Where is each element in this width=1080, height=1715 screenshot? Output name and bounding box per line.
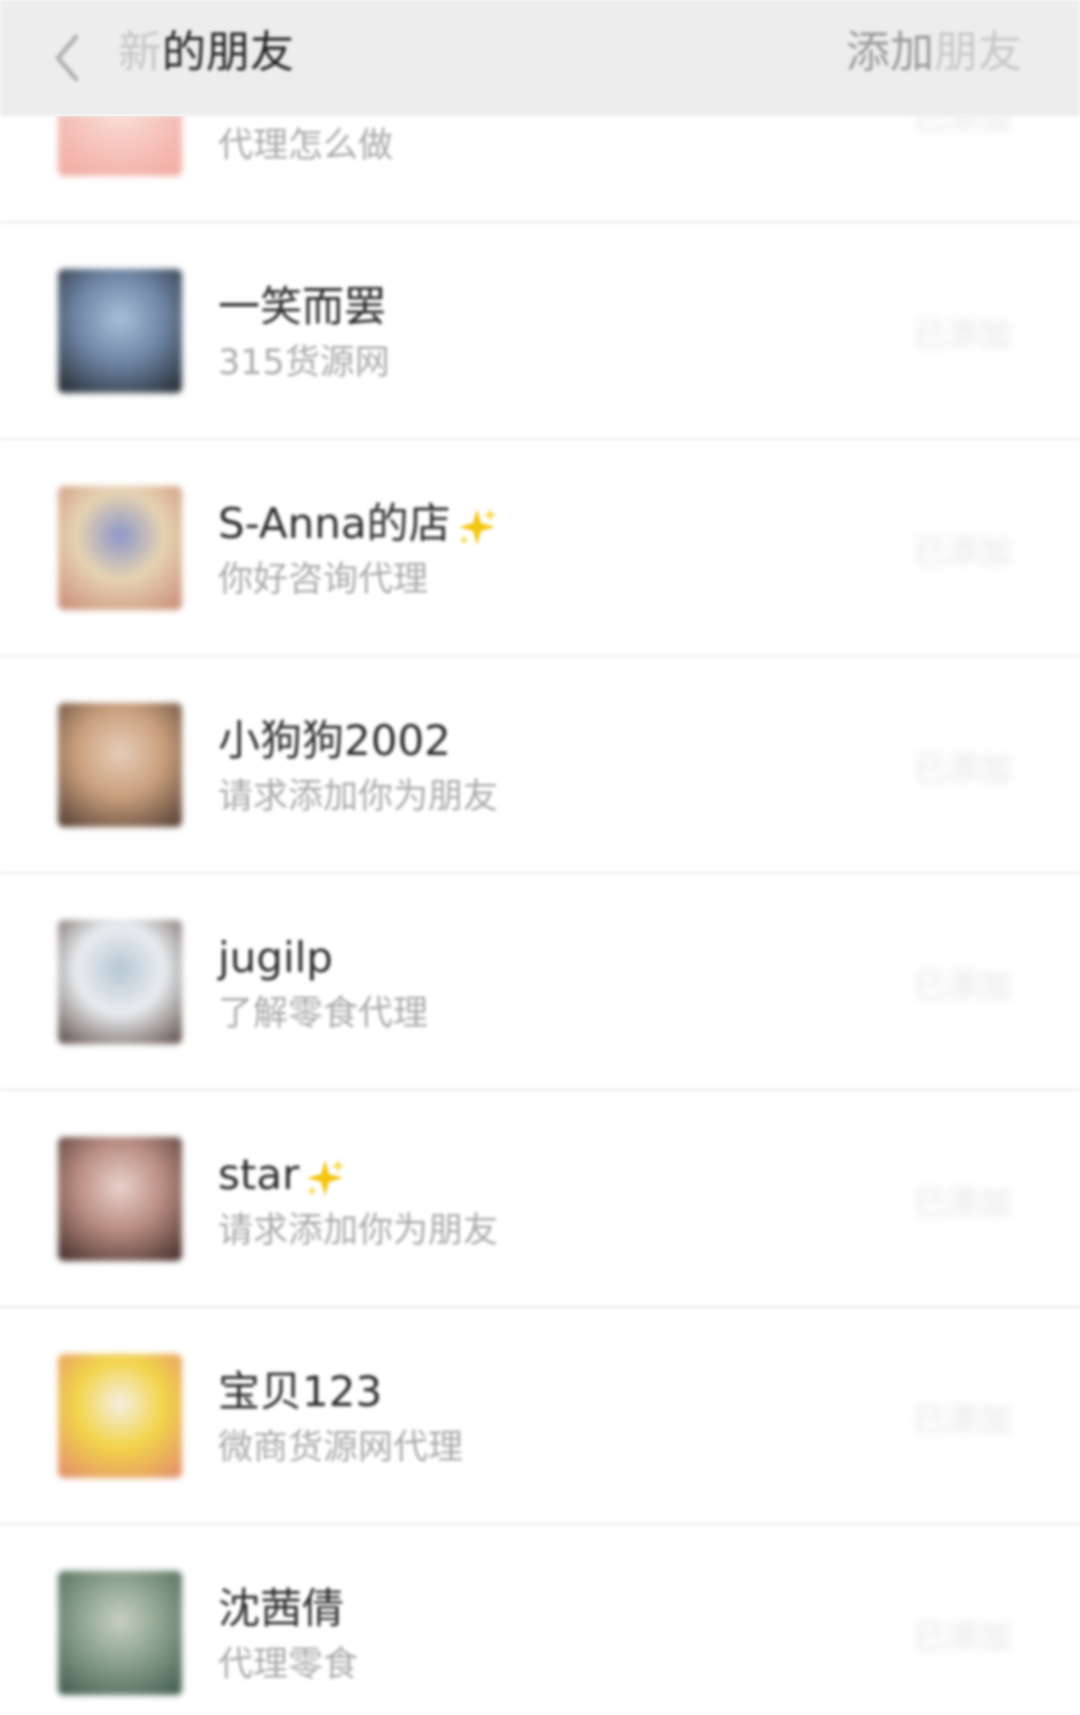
avatar[interactable] — [58, 920, 182, 1044]
avatar[interactable] — [58, 116, 182, 176]
friend-name-text: 宝贝123 — [218, 1367, 383, 1416]
list-item[interactable]: 宝贝123 微商货源网代理 已添加 — [0, 1308, 1080, 1525]
avatar[interactable] — [58, 1354, 182, 1478]
page-title-text: 的朋友 — [162, 27, 294, 78]
added-status-label: 已添加 — [913, 749, 1012, 788]
added-status-label: 已添加 — [913, 1617, 1012, 1656]
avatar[interactable] — [58, 486, 182, 610]
top-bar: 新的朋友 添加朋友 — [0, 0, 1080, 116]
friend-name-text: jugilp — [218, 933, 333, 982]
friend-name-text: 一笑而罢 — [218, 282, 387, 331]
friend-name: 沈茜倩 — [218, 1581, 344, 1637]
list-item[interactable]: jugilp 了解零食代理 已添加 — [0, 874, 1080, 1091]
page-title: 新的朋友 — [118, 22, 294, 84]
friend-name: 宝贝123 — [218, 1364, 382, 1420]
avatar[interactable] — [58, 1571, 182, 1695]
avatar[interactable] — [58, 269, 182, 393]
sparkles-icon — [458, 507, 497, 545]
friend-request-message: 了解零食代理 — [218, 994, 429, 1034]
friend-name-text: 小狗狗2002 — [218, 716, 451, 765]
added-status-label: 已添加 — [913, 532, 1012, 571]
added-status-label: 已添加 — [913, 1183, 1012, 1222]
add-friend-label: 添加 — [846, 27, 934, 78]
added-status-label: 已添加 — [913, 116, 1012, 137]
friend-request-message: 你好咨询代理 — [218, 560, 429, 600]
friend-name: jugilp — [218, 930, 333, 986]
friend-request-message: 请求添加你为朋友 — [218, 1211, 499, 1251]
friend-name: 一笑而罢 — [218, 279, 386, 335]
add-friend-label-faded: 朋友 — [934, 27, 1022, 78]
friend-name: star — [218, 1147, 347, 1203]
friend-name: 断桥残雪 — [218, 116, 386, 118]
friend-name-text: star — [218, 1150, 300, 1199]
new-friends-list: 断桥残雪代理怎么做已添加一笑而罢315货源网已添加S-Anna的店你好咨询代理已… — [0, 116, 1080, 1715]
friend-request-message: 315货源网 — [218, 343, 390, 383]
friend-request-message: 请求添加你为朋友 — [218, 777, 499, 817]
avatar[interactable] — [58, 1137, 182, 1261]
list-item[interactable]: 一笑而罢 315货源网 已添加 — [0, 223, 1080, 440]
avatar[interactable] — [58, 703, 182, 827]
list-item[interactable]: star 请求添加你为朋友 已添加 — [0, 1091, 1080, 1308]
list-item[interactable]: 小狗狗2002 请求添加你为朋友 已添加 — [0, 657, 1080, 874]
list-item[interactable]: 沈茜倩代理零食 已添加 — [0, 1525, 1080, 1715]
chevron-left-icon[interactable] — [44, 30, 90, 86]
friend-request-message: 微商货源网代理 — [218, 1428, 464, 1468]
list-item[interactable]: 断桥残雪代理怎么做 已添加 — [0, 116, 1080, 223]
friend-request-message: 代理零食 — [218, 1645, 359, 1685]
added-status-label: 已添加 — [913, 315, 1012, 354]
added-status-label: 已添加 — [913, 966, 1012, 1005]
list-item[interactable]: S-Anna的店你好咨询代理 已添加 — [0, 440, 1080, 657]
page-title-faded: 新 — [118, 27, 162, 78]
friend-name: 小狗狗2002 — [218, 713, 451, 769]
added-status-label: 已添加 — [913, 1400, 1012, 1439]
sparkles-icon — [307, 1158, 346, 1196]
friend-name-text: 沈茜倩 — [218, 1584, 345, 1633]
friend-name-text: S-Anna的店 — [218, 499, 451, 548]
friend-name: S-Anna的店 — [218, 496, 499, 552]
friend-request-message: 代理怎么做 — [218, 126, 394, 166]
add-friend-button[interactable]: 添加朋友 — [846, 22, 1022, 84]
